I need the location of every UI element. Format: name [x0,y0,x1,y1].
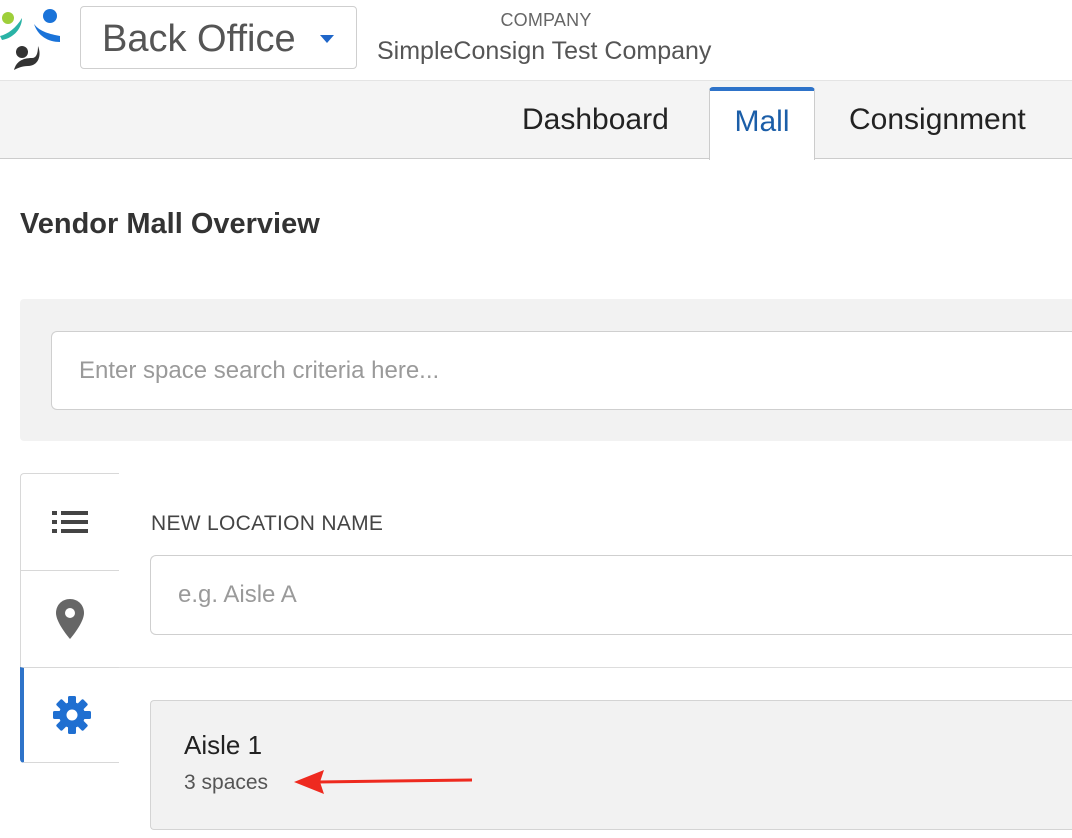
side-tab-locations[interactable] [20,570,119,667]
list-icon [52,511,88,533]
new-location-label: NEW LOCATION NAME [151,512,384,535]
space-search-input[interactable] [51,331,1072,410]
location-name: Aisle 1 [184,730,263,760]
app-switcher-dropdown[interactable]: Back Office [80,6,357,69]
side-tab-column [20,473,119,763]
tab-dashboard[interactable]: Dashboard [522,81,669,159]
page-title: Vendor Mall Overview [20,208,320,240]
new-location-name-input[interactable] [150,555,1072,635]
side-tab-list[interactable] [20,473,119,570]
annotation-arrow-icon [294,770,473,794]
map-pin-icon [56,599,84,639]
tab-mall[interactable]: Mall [709,87,815,160]
company-name[interactable]: SimpleConsign Test Company [377,37,711,66]
search-panel [20,299,1072,441]
company-logo-icon [0,9,60,70]
location-space-count: 3 spaces [184,771,269,794]
tab-consignment[interactable]: Consignment [849,81,1026,159]
app-switcher-label: Back Office [102,18,296,60]
caret-down-icon [320,35,334,43]
location-card[interactable]: Aisle 1 3 spaces [150,700,1072,830]
section-divider [119,667,1072,668]
company-label: COMPANY [500,10,592,30]
main-nav: Dashboard Mall Consignment [0,80,1072,160]
side-tab-settings[interactable] [20,667,119,763]
gear-icon [52,696,91,734]
top-bar: Back Office COMPANY SimpleConsign Test C… [0,0,1072,80]
